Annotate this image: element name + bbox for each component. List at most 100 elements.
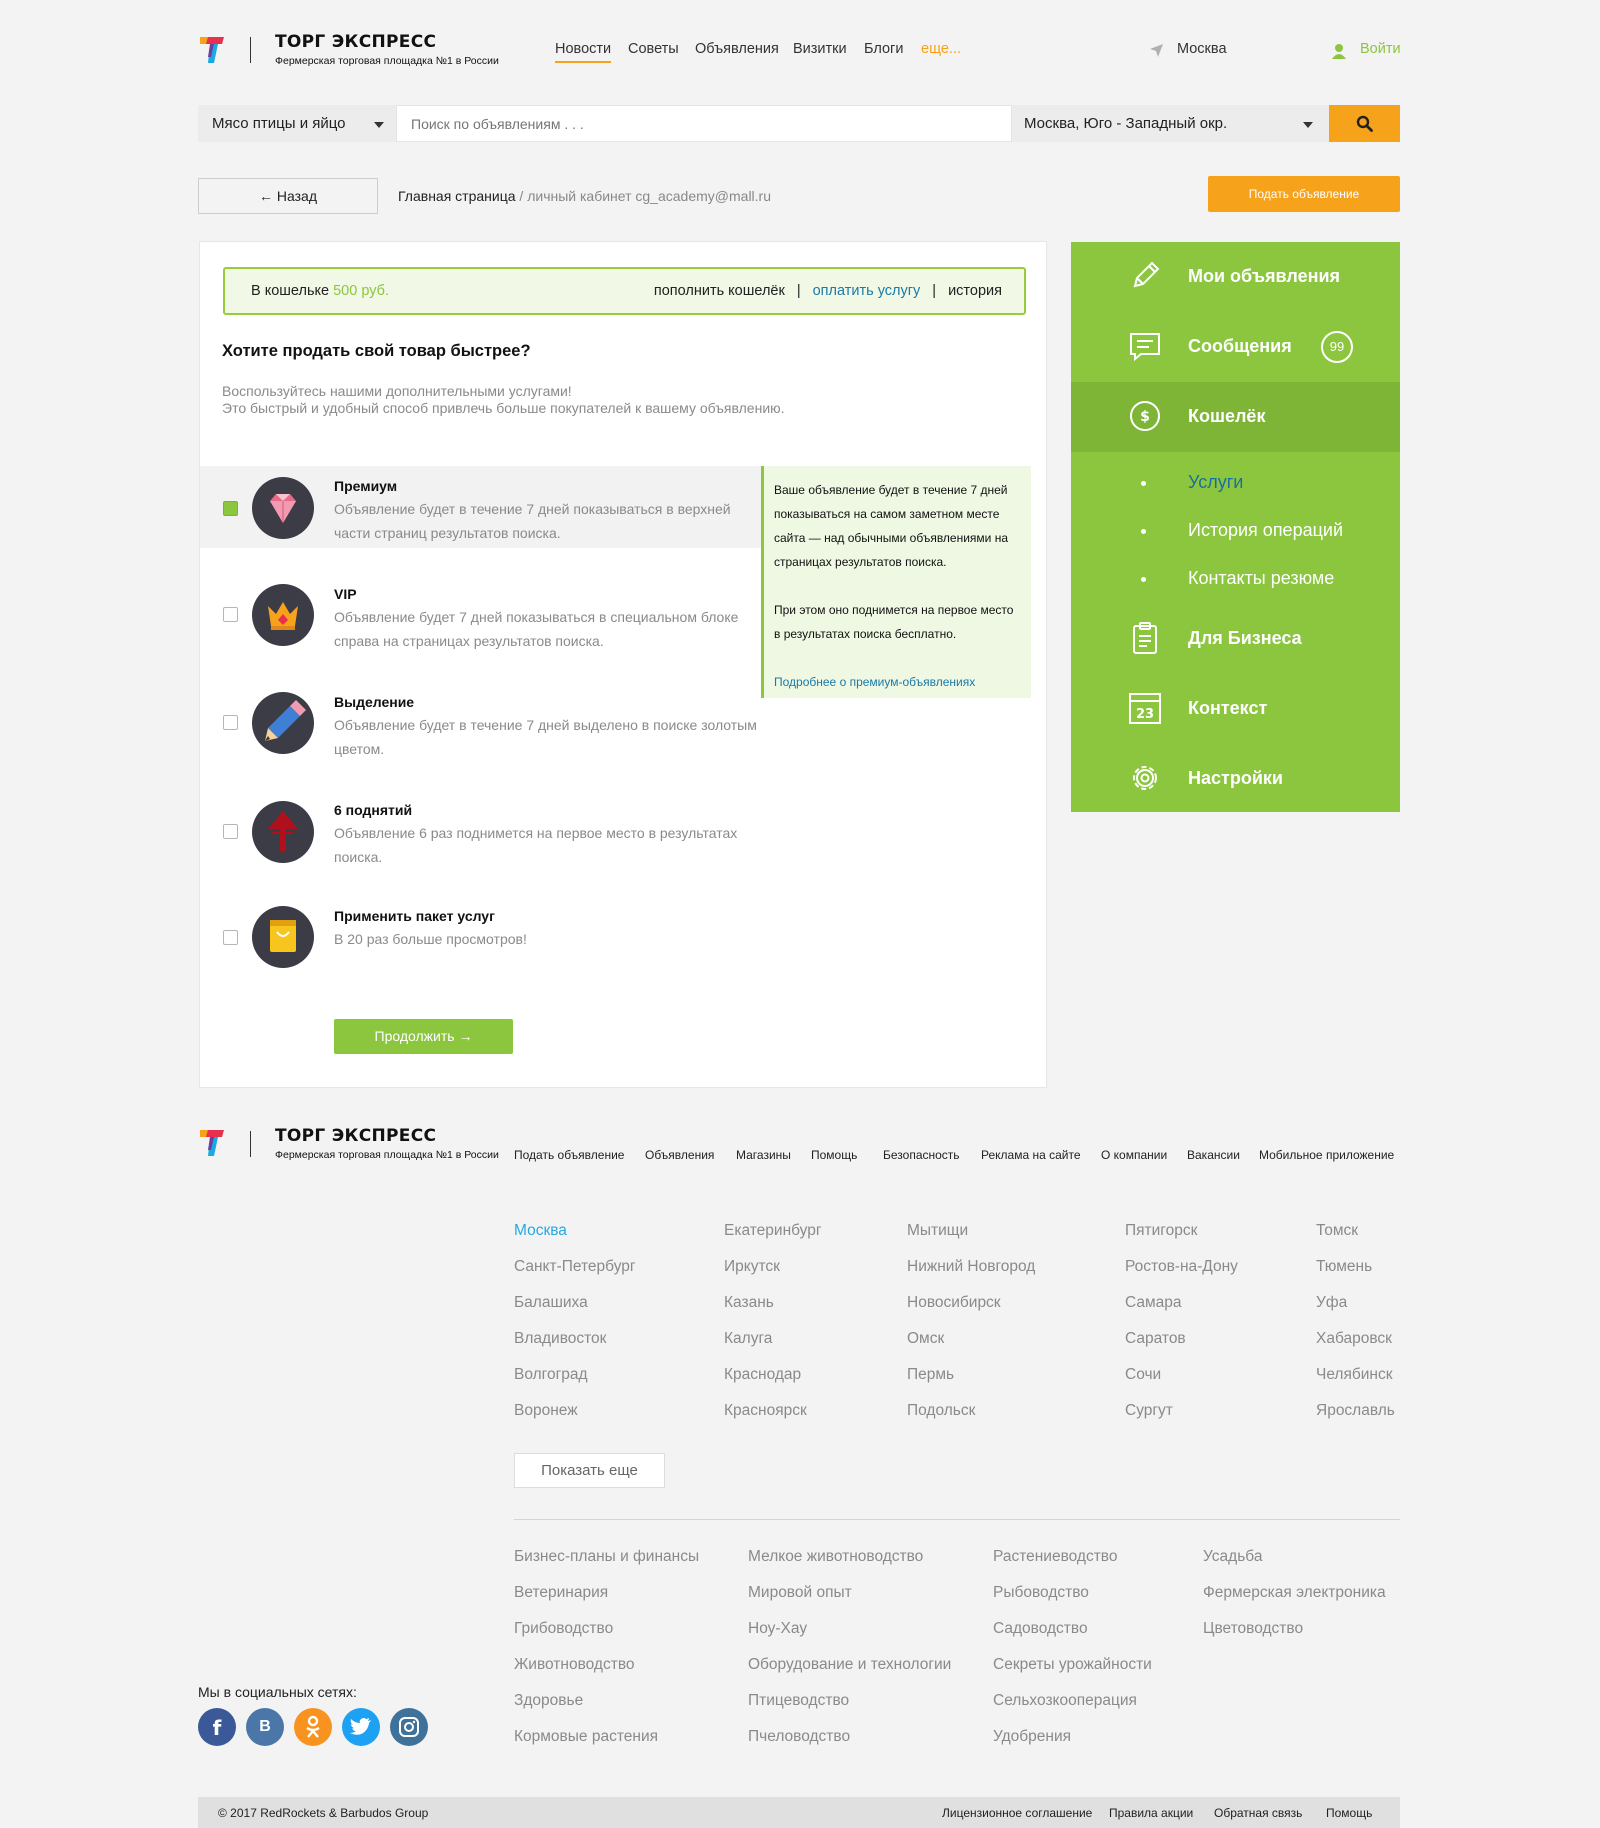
- city-link[interactable]: Самара: [1125, 1294, 1182, 1312]
- promo-rules-link[interactable]: Правила акции: [1109, 1806, 1193, 1820]
- city-link[interactable]: Томск: [1316, 1222, 1358, 1240]
- sidebar-item-settings[interactable]: Настройки: [1071, 744, 1400, 814]
- service-vip[interactable]: VIP Объявление будет 7 дней показываться…: [200, 574, 760, 656]
- city-link[interactable]: Уфа: [1316, 1294, 1347, 1312]
- service-checkbox[interactable]: [223, 930, 238, 945]
- city-link[interactable]: Тюмень: [1316, 1258, 1372, 1276]
- category-link[interactable]: Кормовые растения: [514, 1728, 658, 1746]
- city-link[interactable]: Иркутск: [724, 1258, 780, 1276]
- city-link[interactable]: Красноярск: [724, 1402, 807, 1420]
- sidebar-item-context[interactable]: 23 Контекст: [1071, 674, 1400, 744]
- city-link[interactable]: Пятигорск: [1125, 1222, 1197, 1240]
- city-link[interactable]: Подольск: [907, 1402, 975, 1420]
- city-link[interactable]: Волгоград: [514, 1366, 588, 1384]
- footer-link[interactable]: Безопасность: [883, 1148, 960, 1162]
- category-link[interactable]: Оборудование и технологии: [748, 1656, 951, 1674]
- nav-blogs[interactable]: Блоги: [864, 41, 903, 57]
- city-link[interactable]: Челябинск: [1316, 1366, 1393, 1384]
- facebook-icon[interactable]: f: [198, 1708, 236, 1746]
- service-checkbox[interactable]: [223, 501, 238, 516]
- service-bumps[interactable]: 6 поднятий Объявление 6 раз поднимется н…: [200, 790, 760, 872]
- twitter-icon[interactable]: [342, 1708, 380, 1746]
- service-premium[interactable]: Премиум Объявление будет в течение 7 дне…: [200, 466, 760, 548]
- city-link[interactable]: Нижний Новгород: [907, 1258, 1035, 1276]
- logo-title[interactable]: ТОРГ ЭКСПРЕСС: [275, 32, 436, 52]
- city-link[interactable]: Саратов: [1125, 1330, 1186, 1348]
- category-link[interactable]: Растениеводство: [993, 1548, 1118, 1566]
- sidebar-sub-contacts[interactable]: Контакты резюме: [1188, 568, 1334, 589]
- category-link[interactable]: Животноводство: [514, 1656, 635, 1674]
- category-link[interactable]: Удобрения: [993, 1728, 1071, 1746]
- footer-link[interactable]: Объявления: [645, 1148, 714, 1162]
- category-link[interactable]: Садоводство: [993, 1620, 1088, 1638]
- category-link[interactable]: Мировой опыт: [748, 1584, 852, 1602]
- sidebar-sub-services[interactable]: Услуги: [1188, 472, 1243, 493]
- city-link[interactable]: Москва: [514, 1222, 567, 1240]
- category-link[interactable]: Пчеловодство: [748, 1728, 850, 1746]
- category-link[interactable]: Рыбоводство: [993, 1584, 1089, 1602]
- sidebar-item-business[interactable]: Для Бизнеса: [1071, 604, 1400, 674]
- footer-link[interactable]: Реклама на сайте: [981, 1148, 1081, 1162]
- city-link[interactable]: Ростов-на-Дону: [1125, 1258, 1238, 1276]
- license-link[interactable]: Лицензионное соглашение: [942, 1806, 1092, 1820]
- search-button[interactable]: [1329, 105, 1400, 142]
- show-more-button[interactable]: Показать еще: [514, 1453, 665, 1488]
- footer-link[interactable]: Магазины: [736, 1148, 791, 1162]
- city-link[interactable]: Ярославль: [1316, 1402, 1395, 1420]
- back-button[interactable]: ← Назад: [198, 178, 378, 214]
- sidebar-item-wallet[interactable]: $ Кошелёк: [1071, 382, 1400, 452]
- instagram-icon[interactable]: [390, 1708, 428, 1746]
- category-link[interactable]: Сельхозкооперация: [993, 1692, 1137, 1710]
- history-link[interactable]: история: [948, 283, 1002, 299]
- city-link[interactable]: Пермь: [907, 1366, 954, 1384]
- category-link[interactable]: Грибоводство: [514, 1620, 613, 1638]
- premium-more-link[interactable]: Подробнее о премиум-объявлениях: [774, 670, 1021, 694]
- city-link[interactable]: Владивосток: [514, 1330, 606, 1348]
- city-link[interactable]: Балашиха: [514, 1294, 588, 1312]
- footer-logo-title[interactable]: ТОРГ ЭКСПРЕСС: [275, 1126, 436, 1146]
- sidebar-item-messages[interactable]: Сообщения 99: [1071, 312, 1400, 382]
- category-link[interactable]: Ветеринария: [514, 1584, 608, 1602]
- footer-link[interactable]: Мобильное приложение: [1259, 1148, 1394, 1162]
- footer-link[interactable]: Вакансии: [1187, 1148, 1240, 1162]
- city-link[interactable]: Омск: [907, 1330, 944, 1348]
- service-checkbox[interactable]: [223, 824, 238, 839]
- category-link[interactable]: Секреты урожайности: [993, 1656, 1152, 1674]
- city-link[interactable]: Воронеж: [514, 1402, 578, 1420]
- city-link[interactable]: Калуга: [724, 1330, 772, 1348]
- city-link[interactable]: Екатеринбург: [724, 1222, 822, 1240]
- category-link[interactable]: Птицеводство: [748, 1692, 849, 1710]
- help-link[interactable]: Помощь: [1326, 1806, 1372, 1820]
- footer-link[interactable]: Помощь: [811, 1148, 857, 1162]
- city-link[interactable]: Сочи: [1125, 1366, 1161, 1384]
- city-selector[interactable]: Москва: [1177, 41, 1227, 57]
- sidebar-item-my-ads[interactable]: Мои объявления: [1071, 242, 1400, 312]
- city-link[interactable]: Мытищи: [907, 1222, 968, 1240]
- category-link[interactable]: Усадьба: [1203, 1548, 1262, 1566]
- search-input[interactable]: [396, 105, 1012, 142]
- city-link[interactable]: Казань: [724, 1294, 774, 1312]
- category-link[interactable]: Ноу-Хау: [748, 1620, 807, 1638]
- service-package[interactable]: Применить пакет услуг В 20 раз больше пр…: [200, 896, 760, 978]
- category-link[interactable]: Бизнес-планы и финансы: [514, 1548, 699, 1566]
- sidebar-sub-operations[interactable]: История операций: [1188, 520, 1343, 541]
- city-link[interactable]: Сургут: [1125, 1402, 1173, 1420]
- service-checkbox[interactable]: [223, 607, 238, 622]
- service-checkbox[interactable]: [223, 715, 238, 730]
- service-highlight[interactable]: Выделение Объявление будет в течение 7 д…: [200, 682, 760, 764]
- location-select[interactable]: Москва, Юго - Западный окр.: [1012, 105, 1329, 142]
- city-link[interactable]: Новосибирск: [907, 1294, 1001, 1312]
- nav-tips[interactable]: Советы: [628, 41, 679, 57]
- nav-cards[interactable]: Визитки: [793, 41, 847, 57]
- continue-button[interactable]: Продолжить →: [334, 1019, 513, 1054]
- nav-more[interactable]: еще...: [921, 41, 961, 57]
- city-link[interactable]: Хабаровск: [1316, 1330, 1392, 1348]
- city-link[interactable]: Санкт-Петербург: [514, 1258, 636, 1276]
- footer-link[interactable]: Подать объявление: [514, 1148, 624, 1162]
- nav-news[interactable]: Новости: [555, 41, 612, 63]
- nav-ads[interactable]: Объявления: [695, 41, 779, 57]
- category-link[interactable]: Цветоводство: [1203, 1620, 1303, 1638]
- category-link[interactable]: Мелкое животноводство: [748, 1548, 923, 1566]
- post-ad-button[interactable]: Подать объявление: [1208, 176, 1400, 212]
- city-link[interactable]: Краснодар: [724, 1366, 801, 1384]
